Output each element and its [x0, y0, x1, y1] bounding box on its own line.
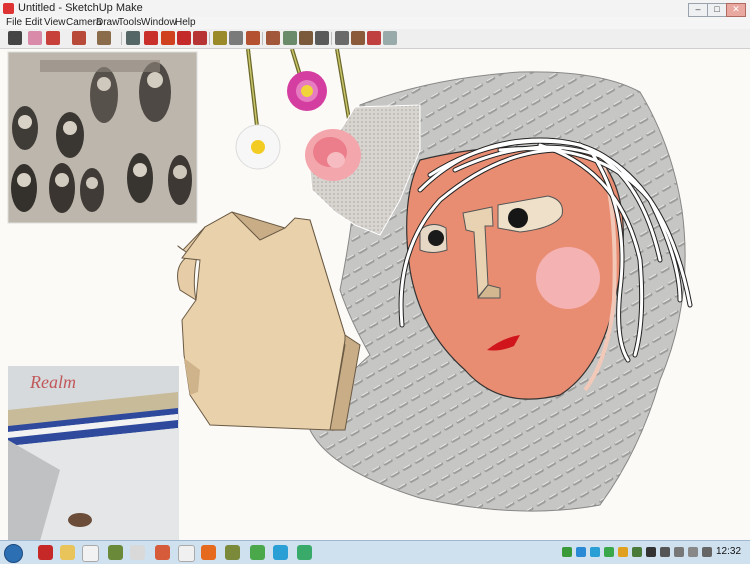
app-taskbar-icon[interactable]	[225, 545, 240, 560]
pan-tool-icon[interactable]	[161, 31, 175, 45]
scene-svg: Realm	[7, 49, 693, 540]
sketchup-app-icon	[3, 3, 14, 14]
telegram-tray-icon[interactable]	[590, 547, 600, 557]
tray-icon[interactable]	[632, 547, 642, 557]
title-bar: Untitled - SketchUp Make – □ ✕	[0, 0, 750, 18]
menu-tools[interactable]: Tools	[118, 17, 141, 29]
tray-icon[interactable]	[618, 547, 628, 557]
window-title: Untitled - SketchUp Make	[18, 2, 143, 14]
firefox-taskbar-icon[interactable]	[201, 545, 216, 560]
clock[interactable]: 12:32	[716, 546, 741, 557]
tray-icon[interactable]	[646, 547, 656, 557]
toolbar-separator	[121, 32, 122, 45]
chrome-taskbar-icon[interactable]	[82, 545, 99, 562]
eraser-tool-icon[interactable]	[28, 31, 42, 45]
orbit-view-icon[interactable]	[266, 31, 280, 45]
toolbar-separator	[331, 32, 332, 45]
modeling-viewport[interactable]: Realm	[0, 49, 750, 540]
components-icon[interactable]	[351, 31, 365, 45]
text-tool-icon[interactable]	[229, 31, 243, 45]
app-taskbar-icon[interactable]	[108, 545, 123, 560]
menu-window[interactable]: Window	[141, 17, 177, 29]
arc-tool-icon[interactable]	[72, 31, 86, 45]
maximize-button[interactable]: □	[707, 3, 727, 17]
walk-tool-icon[interactable]	[283, 31, 297, 45]
start-button[interactable]	[4, 544, 23, 563]
section-plane-icon[interactable]	[335, 31, 349, 45]
toolbar	[0, 29, 750, 49]
handwritten-word: Realm	[29, 372, 76, 392]
paint-tool-icon[interactable]	[126, 31, 140, 45]
flag-icon[interactable]	[688, 547, 698, 557]
pink-carnation-flower[interactable]	[305, 129, 361, 181]
pink-aster-flower[interactable]	[287, 71, 327, 111]
hand-shape[interactable]	[177, 211, 361, 431]
vintage-photo[interactable]	[7, 51, 198, 224]
telegram-taskbar-icon[interactable]	[273, 545, 288, 560]
close-button[interactable]: ✕	[726, 3, 746, 17]
menu-view[interactable]: View	[44, 17, 66, 29]
app-taskbar-icon[interactable]	[155, 545, 170, 560]
zoom-extents-icon[interactable]	[315, 31, 329, 45]
app-taskbar-icon[interactable]	[250, 545, 265, 560]
move-tool-icon[interactable]	[177, 31, 191, 45]
freehand-tool-icon[interactable]	[46, 31, 60, 45]
zoom-tool-icon[interactable]	[299, 31, 313, 45]
rotate-tool-icon[interactable]	[193, 31, 207, 45]
file-explorer-taskbar-icon[interactable]	[60, 545, 75, 560]
menu-file[interactable]: File	[6, 17, 22, 29]
select-tool-icon[interactable]	[8, 31, 22, 45]
orbit-tool-icon[interactable]	[144, 31, 158, 45]
tray-icon[interactable]	[604, 547, 614, 557]
tray-icon[interactable]	[562, 547, 572, 557]
menu-help[interactable]: Help	[175, 17, 196, 29]
photo-viewer-taskbar-icon[interactable]	[130, 545, 145, 560]
tray-icon[interactable]	[660, 547, 670, 557]
sketchup-taskbar-icon[interactable]	[38, 545, 53, 560]
styles-icon[interactable]	[383, 31, 397, 45]
taskbar: 12:32	[0, 540, 750, 564]
bottom-photo[interactable]: Realm	[8, 366, 179, 540]
materials-icon[interactable]	[367, 31, 381, 45]
rectangle-tool-icon[interactable]	[97, 31, 111, 45]
chrome-taskbar-icon[interactable]	[178, 545, 195, 562]
tape-measure-tool-icon[interactable]	[213, 31, 227, 45]
minimize-button[interactable]: –	[688, 3, 708, 17]
menu-edit[interactable]: Edit	[25, 17, 42, 29]
network-icon[interactable]	[674, 547, 684, 557]
tray-icon[interactable]	[576, 547, 586, 557]
toolbar-separator	[262, 32, 263, 45]
menu-draw[interactable]: Draw	[96, 17, 119, 29]
toolbar-separator	[209, 32, 210, 45]
shield-taskbar-icon[interactable]	[297, 545, 312, 560]
axes-tool-icon[interactable]	[246, 31, 260, 45]
daisy-flower[interactable]	[235, 124, 281, 170]
volume-icon[interactable]	[702, 547, 712, 557]
